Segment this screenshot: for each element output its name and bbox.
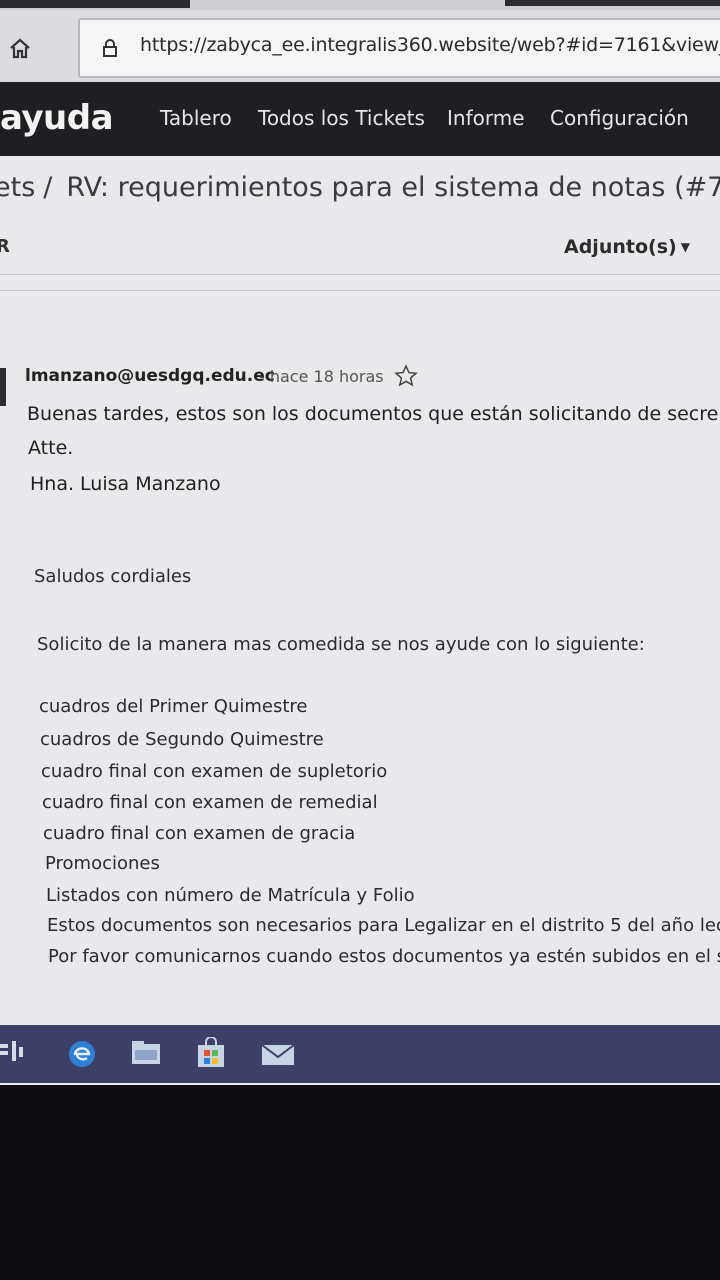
attachments-label: Adjunto(s) bbox=[564, 236, 677, 258]
url-text: https://zabyca_ee.integralis360.website/… bbox=[140, 34, 720, 56]
monitor-bezel bbox=[0, 1085, 720, 1280]
nav-tablero[interactable]: Tablero bbox=[160, 106, 232, 130]
screen: https://zabyca_ee.integralis360.website/… bbox=[0, 0, 720, 1085]
list-item: Promociones bbox=[45, 853, 160, 874]
lock-icon bbox=[102, 38, 118, 62]
caret-down-icon: ▼ bbox=[680, 240, 690, 254]
message-sender[interactable]: lmanzano@uesdgq.edu.ec bbox=[25, 366, 275, 386]
list-item: Estos documentos son necesarios para Leg… bbox=[47, 915, 720, 936]
nav-configuracion[interactable]: Configuración bbox=[550, 106, 689, 130]
browser-toolbar: https://zabyca_ee.integralis360.website/… bbox=[0, 10, 720, 82]
breadcrumb-parent[interactable]: ets bbox=[0, 172, 35, 203]
list-item: cuadros de Segundo Quimestre bbox=[40, 729, 324, 750]
breadcrumb-separator: / bbox=[43, 172, 53, 203]
window-top-strip bbox=[0, 0, 720, 10]
message-signature: Hna. Luisa Manzano bbox=[30, 473, 221, 495]
home-icon[interactable] bbox=[5, 34, 35, 64]
list-item: Por favor comunicarnos cuando estos docu… bbox=[48, 946, 720, 967]
message-greeting: Saludos cordiales bbox=[34, 566, 192, 587]
message-marker bbox=[0, 368, 6, 406]
app-brand[interactable]: ayuda bbox=[0, 98, 114, 138]
message-request: Solicito de la manera mas comedida se no… bbox=[37, 634, 645, 655]
divider bbox=[0, 290, 720, 291]
message-intro: Buenas tardes, estos son los documentos … bbox=[27, 403, 719, 425]
address-bar[interactable]: https://zabyca_ee.integralis360.website/… bbox=[78, 18, 720, 78]
message-closing: Atte. bbox=[28, 437, 74, 459]
breadcrumb-current: RV: requerimientos para el sistema de no… bbox=[66, 172, 720, 203]
list-item: cuadro final con examen de gracia bbox=[43, 823, 356, 844]
nav-informe[interactable]: Informe bbox=[447, 106, 525, 130]
windows-taskbar bbox=[0, 1025, 720, 1083]
edge-icon[interactable] bbox=[67, 1039, 97, 1073]
attachments-dropdown[interactable]: Adjunto(s) ▼ bbox=[564, 236, 690, 258]
list-item: cuadro final con examen de supletorio bbox=[41, 761, 388, 782]
file-explorer-icon[interactable] bbox=[131, 1040, 161, 1070]
divider bbox=[0, 274, 720, 275]
list-item: cuadros del Primer Quimestre bbox=[39, 696, 308, 717]
store-icon[interactable] bbox=[196, 1036, 226, 1073]
app-navbar: ayuda Tablero Todos los Tickets Informe … bbox=[0, 82, 720, 156]
toolbar-left-label[interactable]: R bbox=[0, 236, 10, 257]
nav-todos-los-tickets[interactable]: Todos los Tickets bbox=[258, 106, 425, 130]
list-item: Listados con número de Matrícula y Folio bbox=[46, 885, 415, 906]
message-time: - hace 18 horas bbox=[259, 367, 384, 386]
task-view-icon[interactable] bbox=[0, 1041, 26, 1069]
breadcrumb: ets / RV: requerimientos para el sistema d… bbox=[0, 172, 720, 203]
list-item: cuadro final con examen de remedial bbox=[42, 792, 378, 813]
mail-icon[interactable] bbox=[261, 1043, 295, 1071]
star-icon[interactable] bbox=[394, 364, 418, 392]
